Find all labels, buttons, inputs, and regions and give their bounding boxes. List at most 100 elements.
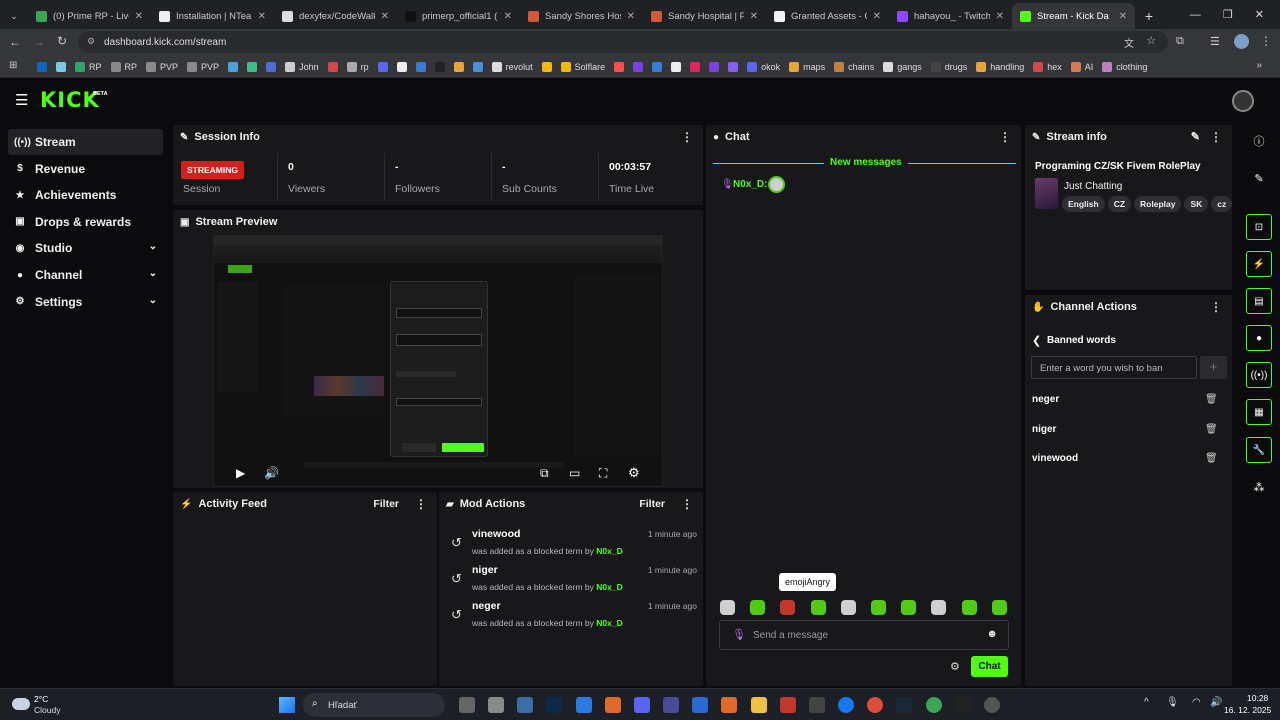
activity-filter-button[interactable]: Filter [373,498,399,510]
fullscreen-icon[interactable]: ⛶ [599,466,607,481]
target-rail-button[interactable]: ⊡ [1246,214,1272,240]
bookmark-item[interactable] [432,61,448,72]
stream-tag[interactable]: Roleplay [1134,196,1182,212]
session-menu-icon[interactable]: ⋮ [681,130,693,144]
vscode-icon[interactable] [576,697,592,713]
tab-search-icon[interactable]: ⌄ [0,3,28,29]
bookmark-item[interactable]: maps [786,61,828,72]
bookmark-item[interactable] [687,61,703,72]
file-explorer-icon[interactable] [751,697,767,713]
emote-button[interactable] [840,600,856,615]
chat-menu-icon[interactable]: ⋮ [999,130,1011,144]
stream-info-menu-icon[interactable]: ⋮ [1210,130,1222,144]
browser-menu-icon[interactable]: ⋮ [1260,34,1272,48]
sidebar-item-achievements[interactable]: ★ Achievements [8,182,163,208]
bookmark-item[interactable]: AI [1068,61,1097,72]
back-icon[interactable]: ← [9,35,21,49]
bookmark-item[interactable] [413,61,429,72]
trash-icon[interactable]: 🗑 [1205,424,1218,435]
clock-date[interactable]: 16. 12. 2025 [1224,705,1271,715]
tray-mic-icon[interactable]: 🎙 [1166,697,1179,708]
sidebar-item-drops-rewards[interactable]: ▣ Drops & rewards [8,209,163,235]
bookmark-item[interactable]: okok [744,61,783,72]
bookmark-star-icon[interactable]: ☆ [1146,34,1156,47]
play-icon[interactable]: ▶ [236,466,245,480]
bookmark-item[interactable]: rp [344,61,372,72]
app-icon[interactable] [984,697,1000,713]
settings-gear-icon[interactable]: ⚙ [628,465,640,481]
category-thumbnail[interactable] [1035,178,1058,209]
extensions-icon[interactable]: ⧉ [1176,35,1184,48]
volume-icon[interactable]: 🔊 [264,466,279,480]
chrome-alt-icon[interactable] [926,697,942,713]
bookmark-item[interactable] [325,61,341,72]
stream-tag[interactable]: SK [1184,196,1209,212]
bookmark-item[interactable] [470,61,486,72]
bookmark-item[interactable]: PVP [143,61,181,72]
browser-tab[interactable]: Stream - Kick Da ✕ [1012,3,1135,29]
browser-tab[interactable]: (0) Prime RP - Live Co ✕ [28,3,151,29]
tray-chevron-icon[interactable]: ^ [1144,697,1149,708]
start-icon[interactable] [279,697,295,713]
tab-group-icon[interactable]: ☰ [1210,35,1220,48]
bookmark-item[interactable] [611,61,627,72]
minimize-icon[interactable]: — [1190,9,1201,21]
emote-button[interactable] [901,600,917,615]
clock-time[interactable]: 10:28 [1247,693,1268,703]
chat-send-button[interactable]: Chat [971,656,1008,677]
category-name[interactable]: Just Chatting [1064,181,1122,192]
bookmark-item[interactable] [725,61,741,72]
apps-grid-icon[interactable]: ⊞ [9,60,17,71]
browser-tab[interactable]: Granted Assets - Cfx ✕ [766,3,889,29]
sidebar-item-stream[interactable]: ((•)) Stream [8,129,163,155]
bookmark-item[interactable] [539,61,555,72]
site-info-icon[interactable]: ⚙ [87,36,95,47]
sidebar-item-settings[interactable]: ⚙ Settings ⌄ [8,289,163,315]
nodes-rail-icon[interactable]: ⁂ [1246,474,1272,500]
forward-icon[interactable]: → [33,35,45,49]
mod-action-user[interactable]: N0x_D [596,546,622,556]
clipboard-rail-button[interactable]: ▤ [1246,288,1272,314]
bookmark-item[interactable] [451,61,467,72]
emote-button[interactable] [871,600,886,615]
mod-filter-button[interactable]: Filter [639,498,665,510]
sidebar-item-studio[interactable]: ◉ Studio ⌄ [8,235,163,261]
bookmark-item[interactable]: handling [973,61,1027,72]
profile-avatar[interactable] [1234,34,1249,49]
emote-button[interactable] [931,600,947,615]
bookmark-item[interactable] [34,61,50,72]
emote-button[interactable] [780,600,796,615]
more-bookmarks-icon[interactable]: » [1256,60,1262,71]
emote-button[interactable] [991,600,1007,615]
bookmark-item[interactable] [706,61,722,72]
emote-button[interactable] [961,600,977,615]
bookmark-item[interactable] [244,61,260,72]
bookmark-item[interactable]: Solflare [558,61,609,72]
bookmark-item[interactable] [225,61,241,72]
maximize-icon[interactable]: ❐ [1223,8,1233,21]
browser-tab[interactable]: Sandy Hospital | Pro ✕ [643,3,766,29]
new-tab-button[interactable]: + [1135,3,1163,29]
app-icon[interactable] [517,697,533,713]
pencil-rail-icon[interactable]: ✎ [1246,165,1272,191]
sidebar-item-revenue[interactable]: $ Revenue [8,156,163,182]
bookmark-item[interactable]: PVP [184,61,222,72]
back-arrow-icon[interactable]: ❮ [1032,334,1041,347]
trash-icon[interactable]: 🗑 [1205,453,1218,464]
taskbar-search[interactable]: ⌕ Hľadať [303,693,445,717]
tab-close-icon[interactable]: ✕ [135,11,143,22]
kick-logo[interactable]: KICK [40,88,100,112]
chat-settings-icon[interactable]: ⚙ [950,660,960,673]
facebook-icon[interactable] [838,697,854,713]
sidebar-item-channel[interactable]: ● Channel ⌄ [8,262,163,288]
app-icon[interactable] [488,697,504,713]
tab-close-icon[interactable]: ✕ [1119,11,1127,22]
discord-icon[interactable] [634,697,650,713]
tab-close-icon[interactable]: ✕ [750,11,758,22]
bookmark-item[interactable]: RP [72,61,105,72]
tab-close-icon[interactable]: ✕ [258,11,266,22]
browser-tab[interactable]: hahayou_ - Twitch ✕ [889,3,1012,29]
bookmark-item[interactable] [394,61,410,72]
wifi-icon[interactable]: ◠ [1192,697,1201,708]
wrench-rail-button[interactable]: 🔧 [1246,437,1272,463]
